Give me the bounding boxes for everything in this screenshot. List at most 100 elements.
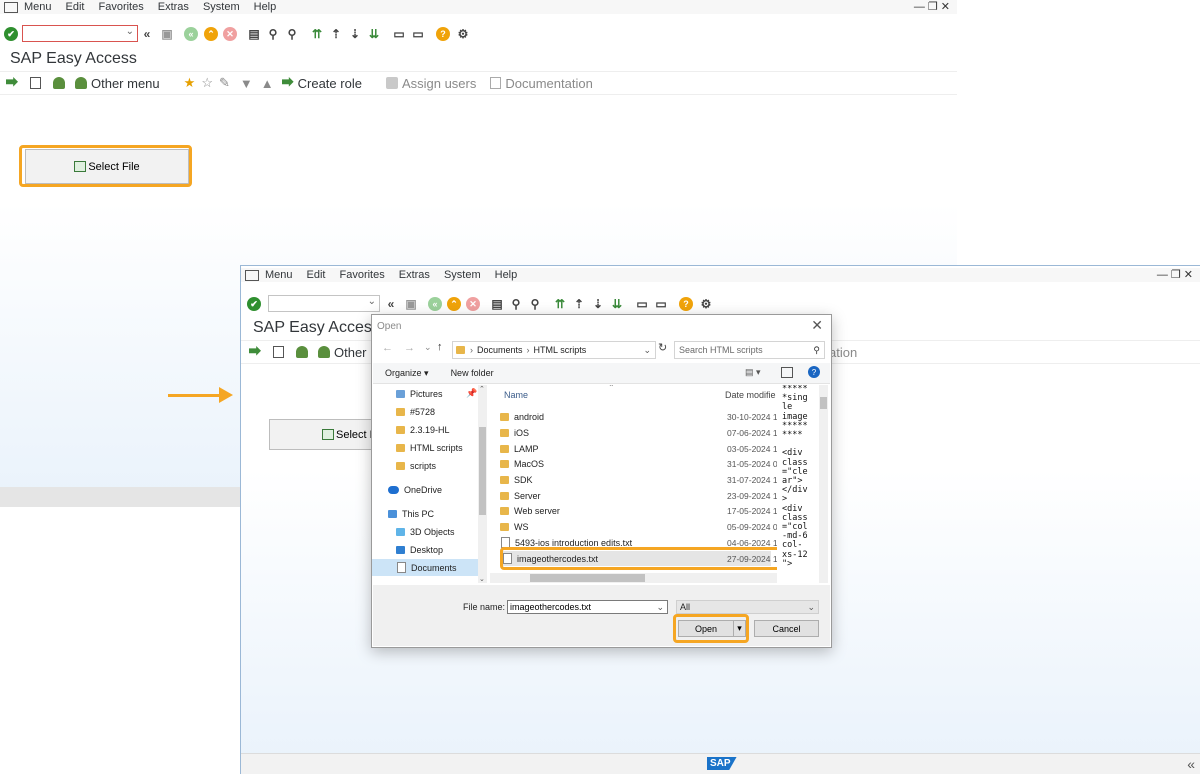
front-sap-menu-icon[interactable]	[249, 346, 265, 358]
front-last-page-icon[interactable]: ⇊	[610, 297, 624, 311]
nav-item-html-scripts[interactable]: HTML scripts	[396, 439, 463, 456]
front-menu-help[interactable]: Help	[495, 269, 518, 281]
scroll-down-icon[interactable]: ⌄	[479, 575, 485, 583]
nav-item-documents[interactable]: Documents	[372, 559, 478, 576]
search-box[interactable]: Search HTML scripts ⚲	[674, 341, 825, 359]
cancel-button[interactable]: Cancel	[754, 620, 819, 637]
front-favorites-icon[interactable]	[296, 346, 312, 358]
column-name[interactable]: Name	[504, 390, 528, 400]
back-arrow-icon[interactable]: ←	[382, 342, 393, 354]
nav-item-scripts[interactable]: scripts	[396, 457, 436, 474]
front-menu-menu[interactable]: Menu	[265, 269, 293, 281]
scroll-thumb[interactable]	[479, 427, 486, 515]
address-bar[interactable]: › Documents › HTML scripts ⌄	[452, 341, 656, 359]
front-system-menu-icon[interactable]	[245, 269, 259, 281]
enter-icon[interactable]: ✔	[4, 27, 18, 41]
front-documentation-button[interactable]: ation	[829, 345, 857, 360]
window-controls[interactable]: —❐✕	[914, 0, 953, 13]
preview-scrollbar[interactable]	[819, 385, 828, 583]
file-row[interactable]: iOS 07-06-2024 1	[500, 425, 777, 440]
shortcut-icon[interactable]: ▭	[411, 27, 425, 41]
other-menu-button[interactable]: Other menu	[75, 76, 160, 91]
menu-edit[interactable]: Edit	[66, 1, 85, 13]
address-dropdown-icon[interactable]: ⌄	[643, 345, 651, 356]
cancel-icon[interactable]: ✕	[223, 27, 237, 41]
horizontal-scrollbar[interactable]	[490, 573, 777, 583]
print-icon[interactable]: ▤	[247, 27, 261, 41]
front-menu-system[interactable]: System	[444, 269, 481, 281]
nav-item-onedrive[interactable]: OneDrive	[388, 481, 442, 498]
front-next-page-icon[interactable]: ⇣	[591, 297, 605, 311]
file-row[interactable]: Web server 17-05-2024 1	[500, 503, 777, 518]
front-window-controls[interactable]: —❐✕	[1157, 268, 1196, 281]
front-find-next-icon[interactable]: ⚲	[528, 297, 542, 311]
help-icon[interactable]: ?	[436, 27, 450, 41]
horizontal-scroll-thumb[interactable]	[530, 574, 645, 582]
menu-extras[interactable]: Extras	[158, 1, 189, 13]
system-menu-icon[interactable]	[4, 1, 18, 13]
front-command-field[interactable]: ⌄	[268, 295, 380, 312]
navigation-scrollbar[interactable]: ⌃ ⌄	[478, 385, 487, 583]
front-print-icon[interactable]: ▤	[490, 297, 504, 311]
new-folder-button[interactable]: New folder	[451, 368, 494, 378]
file-name-dropdown-icon[interactable]: ⌄	[656, 602, 664, 613]
front-help-icon[interactable]: ?	[679, 297, 693, 311]
column-date-modified[interactable]: Date modifie	[725, 390, 776, 400]
front-user-menu-icon[interactable]	[273, 346, 288, 358]
front-menu-favorites[interactable]: Favorites	[340, 269, 385, 281]
command-field[interactable]: ⌄	[22, 25, 138, 42]
first-page-icon[interactable]: ⇈	[310, 27, 324, 41]
file-type-dropdown-icon[interactable]: ⌄	[807, 602, 815, 613]
back-icon[interactable]: «	[184, 27, 198, 41]
file-row[interactable]: SDK 31-07-2024 1	[500, 472, 777, 487]
front-menu-edit[interactable]: Edit	[307, 269, 326, 281]
view-options-icon[interactable]: ▤ ▾	[745, 367, 761, 378]
file-name-input[interactable]: imageothercodes.txt ⌄	[507, 600, 668, 614]
nav-item-desktop[interactable]: Desktop	[396, 541, 443, 558]
menu-help[interactable]: Help	[254, 1, 277, 13]
front-save-icon[interactable]: ▣	[404, 297, 418, 311]
file-row[interactable]: LAMP 03-05-2024 1	[500, 441, 777, 456]
favorites-icon[interactable]	[53, 77, 69, 89]
documentation-button[interactable]: Documentation	[490, 76, 593, 91]
front-enter-icon[interactable]: ✔	[247, 297, 261, 311]
front-first-page-icon[interactable]: ⇈	[553, 297, 567, 311]
edit-pencil-icon[interactable]: ✎	[219, 75, 230, 91]
nav-item-5728[interactable]: #5728	[396, 403, 435, 420]
find-next-icon[interactable]: ⚲	[285, 27, 299, 41]
add-favorite-icon[interactable]: ★	[184, 75, 196, 91]
front-menu-extras[interactable]: Extras	[399, 269, 430, 281]
file-row[interactable]: Server 23-09-2024 1	[500, 488, 777, 503]
organize-button[interactable]: Organize ▾	[385, 368, 429, 379]
close-icon[interactable]: ✕	[811, 317, 823, 334]
settings-icon[interactable]: ⚙	[456, 27, 470, 41]
front-previous-page-icon[interactable]: ⇡	[572, 297, 586, 311]
move-down-icon[interactable]: ▼	[240, 76, 253, 91]
front-new-session-icon[interactable]: ▭	[635, 297, 649, 311]
nav-item-3d-objects[interactable]: 3D Objects	[396, 523, 455, 540]
find-icon[interactable]: ⚲	[266, 27, 280, 41]
preview-pane-icon[interactable]	[781, 367, 793, 378]
recent-locations-icon[interactable]: ⌄	[424, 342, 432, 353]
sap-menu-icon[interactable]	[6, 77, 22, 89]
assign-users-button[interactable]: Assign users	[385, 76, 476, 91]
preview-scroll-thumb[interactable]	[820, 397, 827, 409]
menu-favorites[interactable]: Favorites	[99, 1, 144, 13]
front-find-icon[interactable]: ⚲	[509, 297, 523, 311]
exit-icon[interactable]: ⌃	[204, 27, 218, 41]
collapse-toolbar-icon[interactable]: «	[140, 27, 154, 41]
front-exit-icon[interactable]: ⌃	[447, 297, 461, 311]
nav-item-pictures[interactable]: Pictures 📌	[396, 385, 477, 402]
file-type-select[interactable]: All ⌄	[676, 600, 819, 614]
front-cancel-icon[interactable]: ✕	[466, 297, 480, 311]
up-arrow-icon[interactable]: ↑	[437, 341, 443, 353]
file-row[interactable]: MacOS 31-05-2024 0	[500, 456, 777, 471]
front-settings-icon[interactable]: ⚙	[699, 297, 713, 311]
create-role-button[interactable]: Create role	[281, 76, 362, 91]
expand-status-icon[interactable]: «	[1187, 756, 1195, 772]
forward-arrow-icon[interactable]: →	[404, 342, 415, 354]
breadcrumb-html-scripts[interactable]: HTML scripts	[534, 345, 587, 355]
menu-system[interactable]: System	[203, 1, 240, 13]
scroll-up-icon[interactable]: ⌃	[479, 385, 485, 393]
nav-item-2-3-19-hl[interactable]: 2.3.19-HL	[396, 421, 450, 438]
